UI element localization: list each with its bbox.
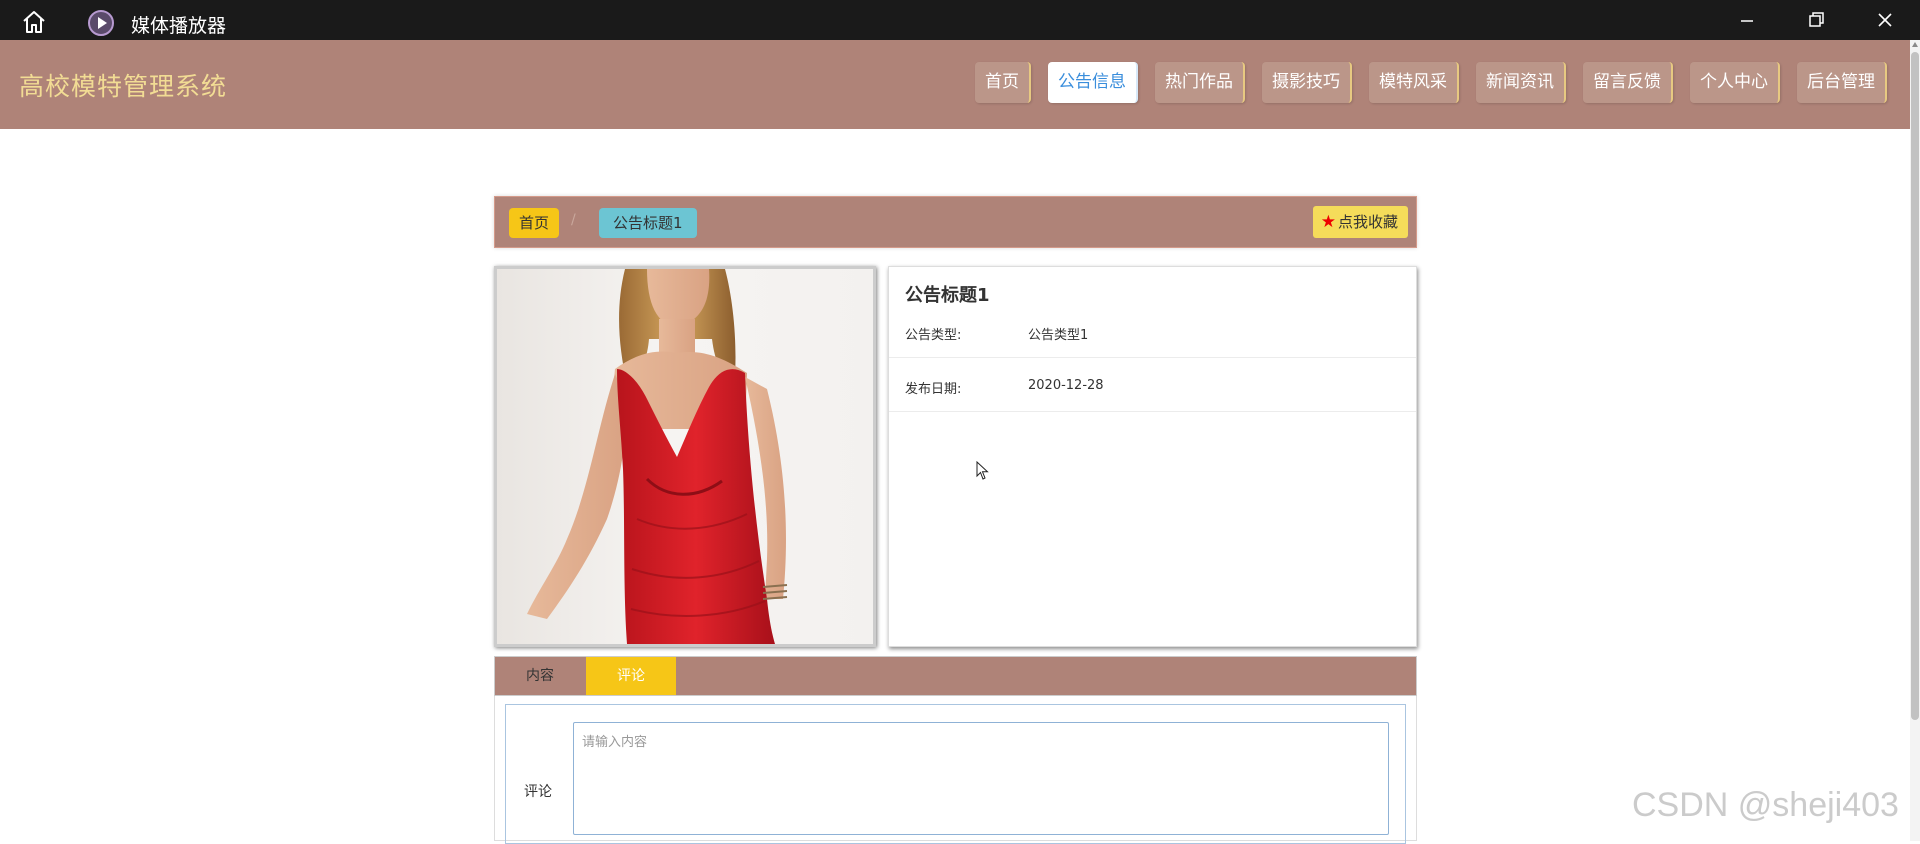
star-icon: ★ (1320, 212, 1336, 232)
detail-tabs: 内容 评论 (494, 656, 1417, 696)
window-titlebar: 媒体播放器 (0, 0, 1920, 40)
restore-button[interactable] (1801, 8, 1831, 34)
nav-item-feedback[interactable]: 留言反馈 (1583, 62, 1673, 103)
tab-content[interactable]: 内容 (495, 657, 585, 695)
breadcrumb-separator: / (571, 212, 576, 228)
announcement-image (494, 266, 876, 647)
comment-input[interactable] (573, 722, 1389, 835)
main-nav: 首页 公告信息 热门作品 摄影技巧 模特风采 新闻资讯 留言反馈 个人中心 后台… (958, 62, 1887, 103)
comment-panel: 评论 (494, 696, 1417, 844)
detail-row-type: 公告类型: 公告类型1 (889, 304, 1416, 358)
nav-item-home[interactable]: 首页 (975, 62, 1031, 103)
media-player-icon (88, 10, 114, 36)
minimize-button[interactable] (1732, 8, 1762, 34)
detail-row-date: 发布日期: 2020-12-28 (889, 358, 1416, 412)
mouse-cursor-icon (976, 460, 990, 485)
scrollbar-thumb[interactable] (1911, 52, 1919, 720)
nav-item-announcements[interactable]: 公告信息 (1048, 62, 1138, 103)
detail-date-label: 发布日期: (905, 382, 962, 397)
watermark: CSDN @sheji403 (1632, 786, 1899, 824)
breadcrumb-current: 公告标题1 (599, 208, 697, 238)
favorite-label: 点我收藏 (1337, 213, 1398, 231)
scroll-up-icon[interactable] (1912, 42, 1918, 47)
nav-item-admin[interactable]: 后台管理 (1797, 62, 1887, 103)
window-title: 媒体播放器 (131, 15, 227, 37)
detail-date-value: 2020-12-28 (1028, 378, 1104, 393)
nav-item-model-showcase[interactable]: 模特风采 (1369, 62, 1459, 103)
breadcrumb-home[interactable]: 首页 (509, 208, 560, 238)
site-brand[interactable]: 高校模特管理系统 (19, 67, 227, 103)
close-button[interactable] (1870, 8, 1900, 34)
detail-type-label: 公告类型: (905, 328, 962, 343)
breadcrumb: 首页 / 公告标题1 ★ 点我收藏 (494, 196, 1417, 248)
detail-type-value: 公告类型1 (1028, 328, 1089, 343)
tab-comments[interactable]: 评论 (586, 657, 676, 695)
nav-item-photo-tips[interactable]: 摄影技巧 (1262, 62, 1352, 103)
nav-item-popular-works[interactable]: 热门作品 (1155, 62, 1245, 103)
page-scrollbar[interactable] (1910, 40, 1920, 841)
comment-form: 评论 (505, 704, 1406, 844)
favorite-button[interactable]: ★ 点我收藏 (1312, 206, 1408, 238)
nav-item-news[interactable]: 新闻资讯 (1476, 62, 1566, 103)
nav-item-personal-center[interactable]: 个人中心 (1690, 62, 1780, 103)
announcement-detail: 公告标题1 公告类型: 公告类型1 发布日期: 2020-12-28 (888, 266, 1417, 647)
home-icon[interactable] (21, 10, 47, 34)
comment-label: 评论 (524, 784, 552, 800)
site-header: 高校模特管理系统 首页 公告信息 热门作品 摄影技巧 模特风采 新闻资讯 留言反… (0, 40, 1910, 129)
